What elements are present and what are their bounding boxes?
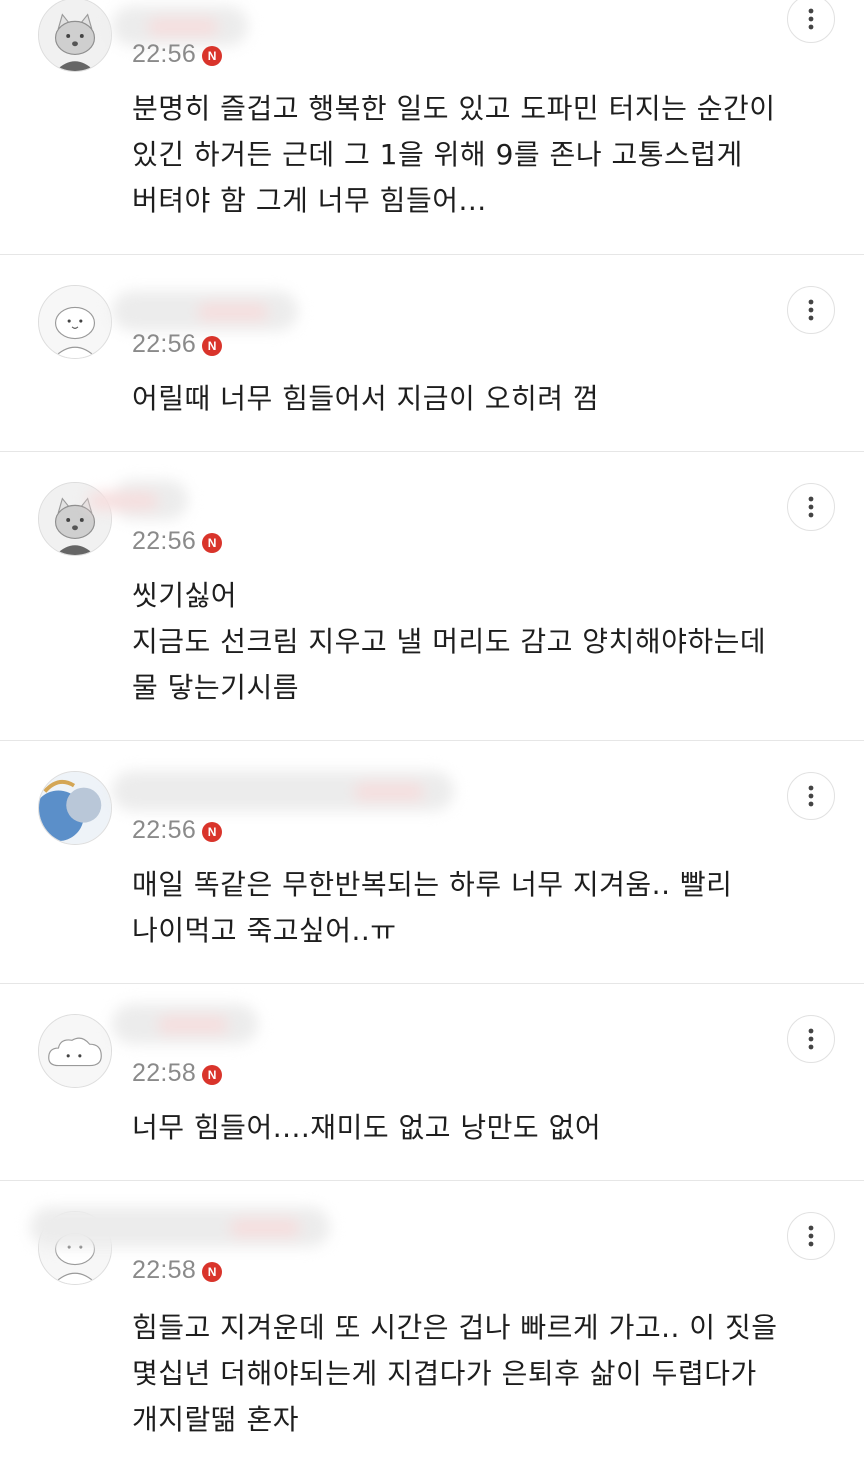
comment-item: 22:58 N 힘들고 지겨운데 또 시간은 겁나 빠르게 가고.. 이 짓을 … bbox=[0, 1181, 864, 1461]
avatar[interactable] bbox=[38, 285, 112, 359]
comment-text: 너무 힘들어....재미도 없고 낭만도 없어 bbox=[132, 1111, 602, 1144]
comment-list: 22:56 N 분명히 즐겁고 행복한 일도 있고 도파민 터지는 순간이 있긴… bbox=[0, 0, 864, 1461]
comment-meta: 22:58 N bbox=[132, 1256, 223, 1285]
comment-item: 22:56 N 분명히 즐겁고 행복한 일도 있고 도파민 터지는 순간이 있긴… bbox=[0, 0, 864, 255]
comment-item: 22:58 N 너무 힘들어....재미도 없고 낭만도 없어 bbox=[0, 984, 864, 1181]
username-blurred bbox=[30, 1207, 330, 1247]
more-vertical-icon bbox=[808, 299, 814, 321]
comment-item: 22:56 N 매일 똑같은 무한반복되는 하루 너무 지겨움.. 빨리 나이먹… bbox=[0, 741, 864, 984]
more-options-button[interactable] bbox=[787, 1015, 835, 1063]
comment-meta: 22:56 N bbox=[132, 330, 223, 359]
comment-meta: 22:56 N bbox=[132, 816, 223, 845]
avatar[interactable] bbox=[38, 1014, 112, 1088]
comment-meta: 22:56 N bbox=[132, 40, 223, 69]
comment-text: 씻기싫어 지금도 선크림 지우고 낼 머리도 감고 양치해야하는데 물 닿는기시… bbox=[132, 579, 767, 704]
more-options-button[interactable] bbox=[787, 286, 835, 334]
comment-text: 분명히 즐겁고 행복한 일도 있고 도파민 터지는 순간이 있긴 하거든 근데 … bbox=[132, 92, 776, 217]
new-badge: N bbox=[202, 335, 223, 356]
cloud-white-icon bbox=[39, 1015, 111, 1087]
new-badge: N bbox=[202, 45, 223, 66]
photo-blue-icon bbox=[39, 772, 111, 844]
comment-time: 22:56 bbox=[132, 330, 197, 358]
comment-time: 22:58 bbox=[132, 1059, 197, 1087]
comment-item: 22:56 N 씻기싫어 지금도 선크림 지우고 낼 머리도 감고 양치해야하는… bbox=[0, 452, 864, 741]
avatar[interactable] bbox=[38, 0, 112, 72]
username-blurred bbox=[112, 291, 298, 331]
new-badge: N bbox=[202, 1064, 223, 1085]
comment-item: 22:56 N 어릴때 너무 힘들어서 지금이 오히려 껌 bbox=[0, 255, 864, 452]
more-options-button[interactable] bbox=[787, 0, 835, 43]
comment-meta: 22:56 N bbox=[132, 527, 223, 556]
more-options-button[interactable] bbox=[787, 772, 835, 820]
more-vertical-icon bbox=[808, 8, 814, 30]
username-blurred bbox=[112, 1004, 258, 1044]
more-options-button[interactable] bbox=[787, 1212, 835, 1260]
new-badge: N bbox=[202, 821, 223, 842]
more-options-button[interactable] bbox=[787, 483, 835, 531]
more-vertical-icon bbox=[808, 496, 814, 518]
comment-time: 22:56 bbox=[132, 527, 197, 555]
new-badge: N bbox=[202, 1261, 223, 1282]
new-badge: N bbox=[202, 532, 223, 553]
comment-time: 22:56 bbox=[132, 40, 197, 68]
comment-time: 22:56 bbox=[132, 816, 197, 844]
more-vertical-icon bbox=[808, 1028, 814, 1050]
comment-meta: 22:58 N bbox=[132, 1059, 223, 1088]
comment-text: 어릴때 너무 힘들어서 지금이 오히려 껌 bbox=[132, 382, 600, 415]
more-vertical-icon bbox=[808, 1225, 814, 1247]
more-vertical-icon bbox=[808, 785, 814, 807]
comment-text: 매일 똑같은 무한반복되는 하루 너무 지겨움.. 빨리 나이먹고 죽고싶어..… bbox=[132, 868, 733, 947]
bunny-white-icon bbox=[39, 286, 111, 358]
avatar[interactable] bbox=[38, 771, 112, 845]
comment-time: 22:58 bbox=[132, 1256, 197, 1284]
username-blurred bbox=[88, 480, 188, 520]
cat-gray-icon bbox=[39, 0, 111, 71]
username-blurred bbox=[112, 771, 454, 811]
comment-text: 힘들고 지겨운데 또 시간은 겁나 빠르게 가고.. 이 짓을 몇십년 더해야되… bbox=[132, 1311, 778, 1436]
